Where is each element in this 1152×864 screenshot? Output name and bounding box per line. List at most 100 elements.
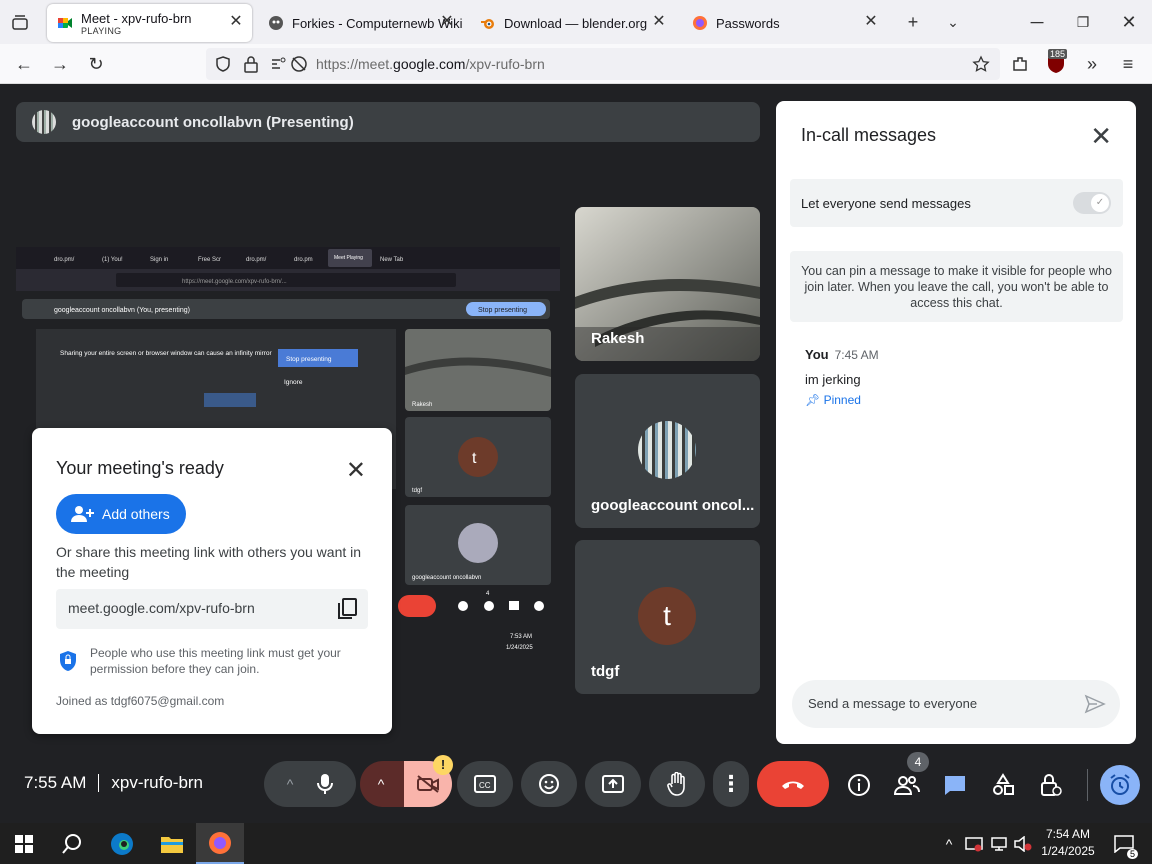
svg-text:CC: CC xyxy=(479,781,491,790)
close-tab-icon[interactable]: ✕ xyxy=(651,14,667,30)
leave-call-button[interactable] xyxy=(757,761,829,807)
activities-icon xyxy=(993,773,1014,795)
present-screen-icon xyxy=(602,775,624,793)
mini-time: 7:53 AM xyxy=(510,634,532,640)
windows-start-icon[interactable] xyxy=(0,823,48,864)
tab-playing-label: PLAYING xyxy=(81,25,122,36)
let-everyone-toggle[interactable]: ✓ xyxy=(1073,192,1111,214)
pinned-indicator[interactable]: 📌︎ Pinned xyxy=(805,393,879,407)
close-tab-icon[interactable]: ✕ xyxy=(228,14,244,30)
reload-icon[interactable]: ↻ xyxy=(84,52,108,76)
tab-meet[interactable]: Meet - xpv-rufo-brn PLAYING ✕ xyxy=(47,4,252,42)
bookmark-star-icon[interactable] xyxy=(972,55,990,73)
message-input[interactable]: Send a message to everyone xyxy=(792,680,1120,728)
close-tab-icon[interactable]: ✕ xyxy=(863,14,879,30)
tab-passwords[interactable]: Passwords ✕ xyxy=(682,4,887,42)
notification-count: 5 xyxy=(1126,849,1138,859)
captions-button[interactable]: CC xyxy=(457,761,513,807)
close-window-icon[interactable]: ✕ xyxy=(1117,10,1141,34)
firefox-icon xyxy=(693,16,707,30)
file-explorer-icon[interactable] xyxy=(148,823,196,864)
mini-date: 1/24/2025 xyxy=(506,645,533,651)
host-lock-icon xyxy=(1041,774,1062,796)
mini-tab: Sign in xyxy=(150,257,168,263)
add-others-button[interactable]: Add others xyxy=(56,494,186,534)
activities-button[interactable] xyxy=(983,765,1023,805)
present-button[interactable] xyxy=(585,761,641,807)
edge-icon[interactable] xyxy=(98,823,146,864)
check-icon: ✓ xyxy=(1091,194,1109,212)
tracking-protection-icon[interactable] xyxy=(214,55,232,73)
tab-overview-icon[interactable] xyxy=(8,10,32,34)
tab-forkies[interactable]: Forkies - Computernewb Wiki ✕ xyxy=(258,4,463,42)
let-everyone-label: Let everyone send messages xyxy=(801,196,971,211)
timer-button[interactable] xyxy=(1100,765,1140,805)
search-icon[interactable] xyxy=(48,823,96,864)
info-icon xyxy=(848,774,870,796)
hand-icon xyxy=(667,772,685,796)
minimize-icon[interactable]: ─ xyxy=(1025,10,1049,34)
chat-button[interactable] xyxy=(935,765,975,805)
presenter-bar: googleaccount oncollabvn (Presenting) xyxy=(16,102,760,142)
close-icon[interactable]: ✕ xyxy=(1090,121,1112,152)
network-icon[interactable] xyxy=(987,823,1011,864)
mini-avatar-letter: t xyxy=(472,450,477,467)
participant-tile-tdgf[interactable]: t tdgf xyxy=(575,540,760,694)
meeting-details-button[interactable] xyxy=(839,765,879,805)
restore-icon[interactable]: ❐ xyxy=(1071,10,1095,34)
add-person-icon xyxy=(71,506,94,522)
alarm-icon xyxy=(1110,774,1130,795)
list-tabs-icon[interactable]: ⌄ xyxy=(941,10,965,34)
people-count-badge: 4 xyxy=(907,752,929,772)
taskbar-clock[interactable]: 7:54 AM 1/24/2025 xyxy=(1036,826,1100,860)
copy-icon[interactable] xyxy=(336,597,358,621)
ublock-origin-icon[interactable]: 185 xyxy=(1044,49,1068,76)
meeting-link[interactable]: meet.google.com/xpv-rufo-brn xyxy=(68,600,255,616)
audio-options-chevron-icon[interactable]: ^ xyxy=(287,776,294,792)
back-icon[interactable]: ← xyxy=(12,52,36,76)
participant-tile-googleaccount[interactable]: googleaccount oncol... xyxy=(575,374,760,528)
url-text[interactable]: https://meet.google.com/xpv-rufo-brn xyxy=(316,56,545,72)
microphone-icon[interactable] xyxy=(317,773,334,795)
pinned-label: Pinned xyxy=(823,393,861,407)
presenter-avatar xyxy=(32,110,56,134)
host-controls-button[interactable] xyxy=(1031,765,1071,805)
permissions-icon[interactable] xyxy=(270,56,288,72)
show-hidden-icons-icon[interactable]: ^ xyxy=(937,823,961,864)
security-tray-icon[interactable] xyxy=(962,823,986,864)
more-tools-icon[interactable]: » xyxy=(1080,52,1104,76)
reactions-button[interactable] xyxy=(521,761,577,807)
video-options-chevron-icon[interactable]: ^ xyxy=(378,776,385,792)
participant-name: Rakesh xyxy=(591,330,645,347)
participant-tile-rakesh[interactable]: Rakesh xyxy=(575,207,760,361)
camera-blocked-icon[interactable] xyxy=(290,55,308,73)
menu-icon[interactable]: ≡ xyxy=(1116,52,1140,76)
mini-tile-name: googleaccount oncollabvn xyxy=(412,575,481,581)
mini-tile-name: Rakesh xyxy=(412,402,432,408)
firefox-taskbar-icon[interactable] xyxy=(196,823,244,864)
raise-hand-button[interactable] xyxy=(649,761,705,807)
new-tab-icon[interactable]: + xyxy=(901,10,925,34)
tab-blender[interactable]: Download — blender.org ✕ xyxy=(470,4,675,42)
lock-icon[interactable] xyxy=(243,55,259,73)
pin-note: You can pin a message to make it visible… xyxy=(790,251,1123,322)
presenter-label: googleaccount oncollabvn (Presenting) xyxy=(72,113,354,131)
shield-icon xyxy=(60,651,76,671)
mini-presenting-label: googleaccount oncollabvn (You, presentin… xyxy=(54,307,190,314)
close-tab-icon[interactable]: ✕ xyxy=(439,14,455,30)
address-bar[interactable]: https://meet.google.com/xpv-rufo-brn xyxy=(206,48,1000,80)
mini-warning: Sharing your entire screen or browser wi… xyxy=(60,350,273,357)
mini-tab: Free Scr xyxy=(198,257,221,263)
forward-icon[interactable]: → xyxy=(48,52,72,76)
warning-badge: ! xyxy=(433,755,453,775)
mini-tab: dro.pm/ xyxy=(54,257,75,263)
more-options-button[interactable]: ⋮ xyxy=(713,761,749,807)
share-text: Or share this meeting link with others y… xyxy=(56,544,362,580)
extensions-icon[interactable] xyxy=(1008,52,1032,76)
more-vert-icon: ⋮ xyxy=(720,771,742,796)
send-icon[interactable] xyxy=(1084,693,1106,715)
joined-as: Joined as tdgf6075@gmail.com xyxy=(56,694,225,708)
notifications-icon[interactable]: 5 xyxy=(1104,823,1144,864)
volume-muted-icon[interactable] xyxy=(1011,823,1035,864)
close-icon[interactable]: ✕ xyxy=(346,456,366,485)
